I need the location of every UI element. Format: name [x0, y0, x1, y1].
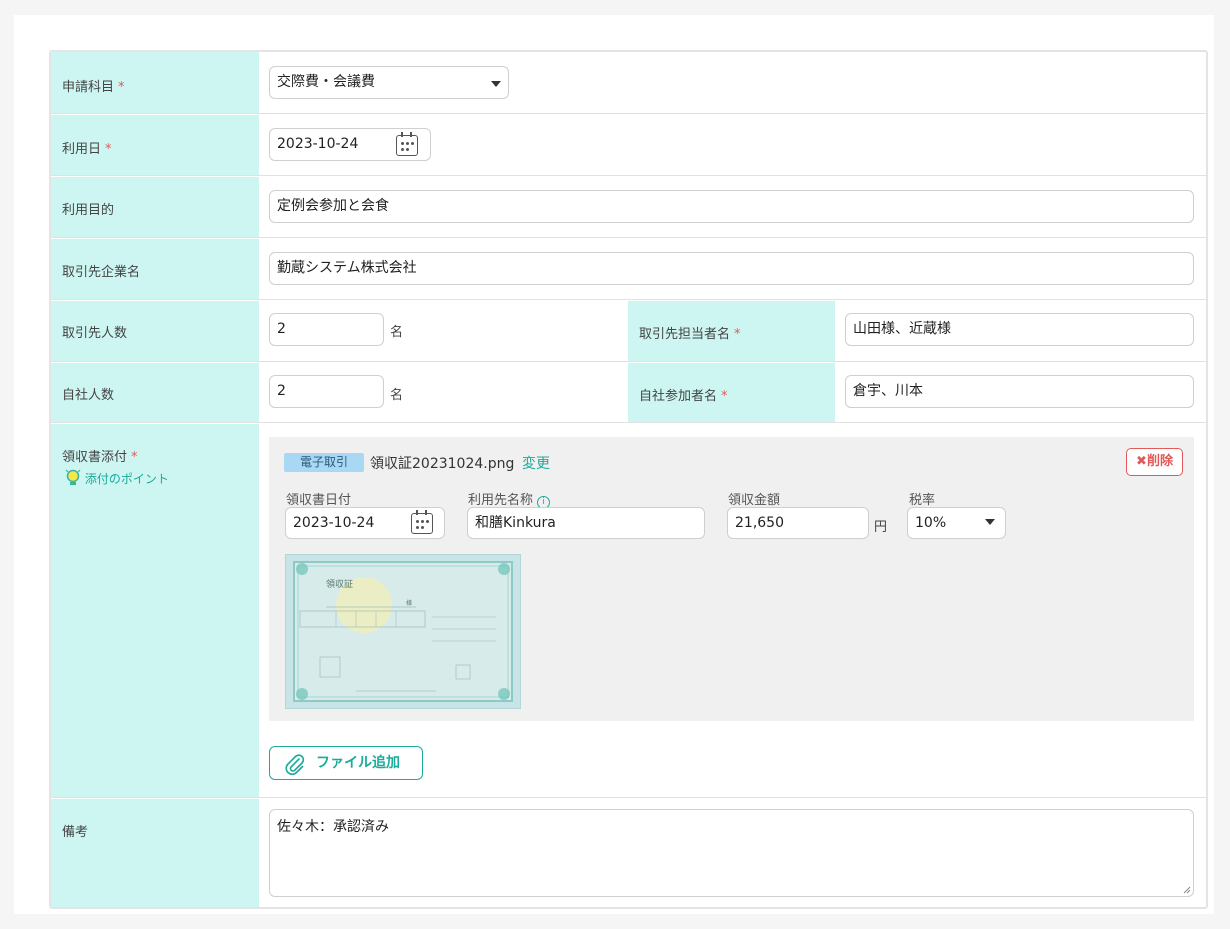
row-client-count: 取引先人数 2 名 取引先担当者名 * 山田様、近蔵様	[51, 301, 1206, 362]
amount-unit: 円	[874, 520, 888, 535]
expense-form: 申請科目 * 交際費・会議費 利用日 * 2023-10-24 利用目的 定例会参加…	[49, 50, 1208, 909]
vendor-label-text: 利用先名称	[468, 493, 534, 508]
client-company-input[interactable]: 勤蔵システム株式会社	[269, 252, 1194, 285]
row-purpose: 利用目的 定例会参加と会食	[51, 177, 1206, 238]
tax-rate-label: 税率	[909, 493, 936, 508]
row-use-date: 利用日 * 2023-10-24	[51, 115, 1206, 176]
amount-input[interactable]: 21,650	[727, 507, 869, 539]
client-company-label: 取引先企業名	[51, 239, 259, 299]
tax-rate-value: 10%	[915, 515, 947, 531]
use-date-input[interactable]: 2023-10-24	[269, 128, 431, 161]
client-count-input[interactable]: 2	[269, 313, 384, 346]
use-date-label-text: 利用日	[62, 142, 102, 157]
client-count-label: 取引先人数	[51, 301, 259, 361]
receipt-image: 領収証 様	[293, 561, 513, 702]
resize-handle-icon[interactable]	[1183, 886, 1191, 894]
receipt-label: 領収書添付 * 添付のポイント	[51, 424, 259, 797]
row-own-count: 自社人数 2 名 自社参加者名 * 倉宇、川本	[51, 363, 1206, 423]
add-file-button[interactable]: ファイル追加	[269, 746, 423, 780]
row-client-company: 取引先企業名 勤蔵システム株式会社	[51, 239, 1206, 300]
required-mark: *	[118, 80, 125, 95]
receipt-thumb-title: 領収証	[326, 578, 353, 590]
tax-rate-select[interactable]: 10%	[907, 507, 1006, 539]
purpose-label: 利用目的	[51, 177, 259, 237]
chevron-down-icon	[985, 519, 995, 525]
client-company-label-text: 取引先企業名	[62, 265, 141, 280]
required-mark: *	[721, 389, 728, 404]
own-count-input[interactable]: 2	[269, 375, 384, 408]
required-mark: *	[105, 142, 112, 157]
vendor-input[interactable]: 和膳Kinkura	[467, 507, 705, 539]
category-select-value: 交際費・会議費	[277, 74, 375, 90]
category-label-text: 申請科目	[62, 80, 115, 95]
required-mark: *	[131, 450, 138, 465]
own-participants-label: 自社参加者名 *	[628, 363, 835, 422]
close-icon: ✖	[1136, 454, 1147, 469]
required-mark: *	[734, 327, 741, 342]
own-count-label: 自社人数	[51, 363, 259, 422]
attach-hint-link[interactable]: 添付のポイント	[65, 468, 169, 488]
calendar-icon[interactable]	[411, 510, 433, 534]
row-notes: 備考 佐々木：承認済み	[51, 799, 1206, 907]
category-label: 申請科目 *	[51, 52, 259, 113]
calendar-icon[interactable]	[396, 132, 418, 156]
attachment-filename: 領収証20231024.png	[370, 456, 515, 472]
delete-button-label: 削除	[1146, 454, 1173, 469]
category-select[interactable]: 交際費・会議費	[269, 66, 509, 99]
purpose-label-text: 利用目的	[62, 203, 115, 218]
amount-label: 領収金額	[728, 493, 781, 508]
paperclip-icon	[285, 754, 305, 775]
attach-hint-text: 添付のポイント	[84, 472, 169, 486]
electronic-transaction-badge: 電子取引	[284, 453, 364, 472]
client-count-label-text: 取引先人数	[62, 326, 128, 341]
lightbulb-icon	[65, 469, 81, 485]
client-count-unit: 名	[390, 325, 404, 340]
notes-label-text: 備考	[62, 825, 89, 840]
add-file-button-label: ファイル追加	[316, 755, 400, 771]
row-category: 申請科目 * 交際費・会議費	[51, 52, 1206, 114]
attachment-panel: 電子取引 領収証20231024.png 変更 ✖削除 領収書日付 2023-1…	[269, 437, 1194, 721]
client-contact-input[interactable]: 山田様、近蔵様	[845, 313, 1194, 346]
vendor-label: 利用先名称 i	[468, 489, 551, 509]
chevron-down-icon	[491, 81, 501, 87]
receipt-label-text: 領収書添付	[62, 450, 128, 465]
receipt-date-value: 2023-10-24	[293, 515, 375, 531]
change-file-link[interactable]: 変更	[522, 453, 550, 473]
delete-button[interactable]: ✖削除	[1126, 448, 1183, 476]
purpose-input[interactable]: 定例会参加と会食	[269, 190, 1194, 223]
use-date-label: 利用日 *	[51, 115, 259, 175]
receipt-thumb-honorific: 様	[406, 599, 412, 607]
own-count-label-text: 自社人数	[62, 388, 115, 403]
receipt-date-input[interactable]: 2023-10-24	[285, 507, 445, 539]
notes-value: 佐々木：承認済み	[277, 819, 389, 835]
own-participants-input[interactable]: 倉宇、川本	[845, 375, 1194, 408]
use-date-value: 2023-10-24	[277, 136, 359, 152]
client-contact-label: 取引先担当者名 *	[628, 301, 835, 361]
notes-label: 備考	[51, 799, 259, 907]
row-receipt: 領収書添付 * 添付のポイント 電子取引 領収証20231024.png 変更 ✖	[51, 424, 1206, 798]
client-contact-label-text: 取引先担当者名	[639, 327, 731, 342]
form-card: 申請科目 * 交際費・会議費 利用日 * 2023-10-24 利用目的 定例会参加…	[14, 15, 1214, 914]
receipt-date-label: 領収書日付	[286, 493, 352, 508]
receipt-thumbnail[interactable]: 領収証 様	[285, 554, 521, 709]
own-count-unit: 名	[390, 388, 404, 403]
own-participants-label-text: 自社参加者名	[639, 389, 718, 404]
notes-textarea[interactable]: 佐々木：承認済み	[269, 809, 1194, 897]
